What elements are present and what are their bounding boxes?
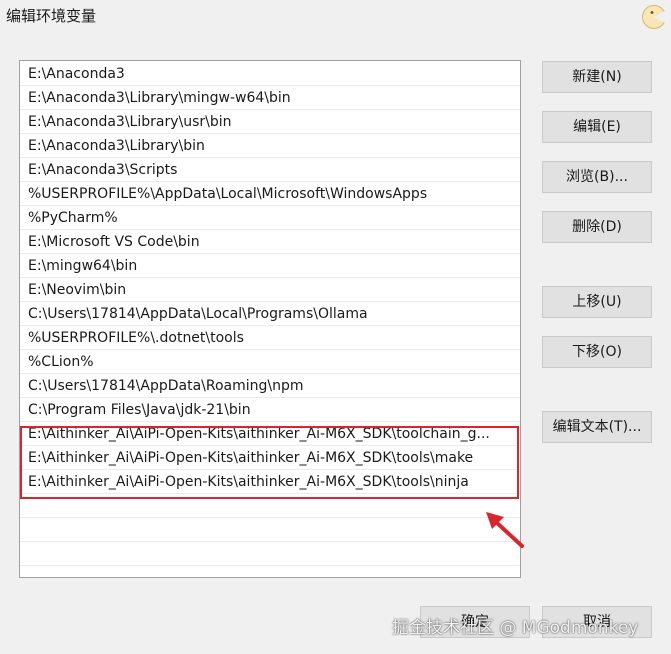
path-list-item[interactable]: E:\mingw64\bin xyxy=(20,254,520,278)
window-title: 编辑环境变量 xyxy=(6,7,97,25)
edit-text-button[interactable]: 编辑文本(T)... xyxy=(542,411,652,443)
empty-list-row[interactable] xyxy=(20,494,520,518)
move-down-button[interactable]: 下移(O) xyxy=(542,336,652,368)
path-list-item[interactable]: C:\Users\17814\AppData\Roaming\npm xyxy=(20,374,520,398)
path-list-item[interactable]: E:\Anaconda3\Library\usr\bin xyxy=(20,110,520,134)
path-list-item[interactable]: %USERPROFILE%\AppData\Local\Microsoft\Wi… xyxy=(20,182,520,206)
app-icon xyxy=(642,5,667,29)
path-list-item[interactable]: C:\Users\17814\AppData\Local\Programs\Ol… xyxy=(20,302,520,326)
path-list-item[interactable]: %CLion% xyxy=(20,350,520,374)
path-list-item[interactable]: %PyCharm% xyxy=(20,206,520,230)
empty-list-row[interactable] xyxy=(20,542,520,566)
path-list-item[interactable]: %USERPROFILE%\.dotnet\tools xyxy=(20,326,520,350)
path-list-item[interactable]: E:\Microsoft VS Code\bin xyxy=(20,230,520,254)
path-list-item[interactable]: C:\Program Files\Java\jdk-21\bin xyxy=(20,398,520,422)
watermark: 掘金技术社区 @ MGodmonkey xyxy=(392,618,639,638)
move-up-button[interactable]: 上移(U) xyxy=(542,286,652,318)
path-list-item[interactable]: E:\Anaconda3\Library\mingw-w64\bin xyxy=(20,86,520,110)
empty-list-row[interactable] xyxy=(20,518,520,542)
path-list-item[interactable]: E:\Anaconda3\Library\bin xyxy=(20,134,520,158)
title-bar: 编辑环境变量 xyxy=(0,0,671,34)
browse-button[interactable]: 浏览(B)... xyxy=(542,161,652,193)
path-list-item[interactable]: E:\Anaconda3\Scripts xyxy=(20,158,520,182)
annotation-arrow-icon xyxy=(486,512,524,548)
path-list-item[interactable]: E:\Aithinker_Ai\AiPi-Open-Kits\aithinker… xyxy=(20,446,520,470)
path-list[interactable]: E:\Anaconda3 E:\Anaconda3\Library\mingw-w… xyxy=(19,60,521,578)
path-list-item[interactable]: E:\Neovim\bin xyxy=(20,278,520,302)
new-button[interactable]: 新建(N) xyxy=(542,61,652,93)
edit-button[interactable]: 编辑(E) xyxy=(542,111,652,143)
path-list-item[interactable]: E:\Anaconda3 xyxy=(20,62,520,86)
delete-button[interactable]: 删除(D) xyxy=(542,211,652,243)
path-list-item[interactable]: E:\Aithinker_Ai\AiPi-Open-Kits\aithinker… xyxy=(20,470,520,494)
path-list-item[interactable]: E:\Aithinker_Ai\AiPi-Open-Kits\aithinker… xyxy=(20,422,520,446)
edit-env-variable-dialog: 编辑环境变量 E:\Anaconda3 E:\Anaconda3\Library\… xyxy=(0,0,671,654)
